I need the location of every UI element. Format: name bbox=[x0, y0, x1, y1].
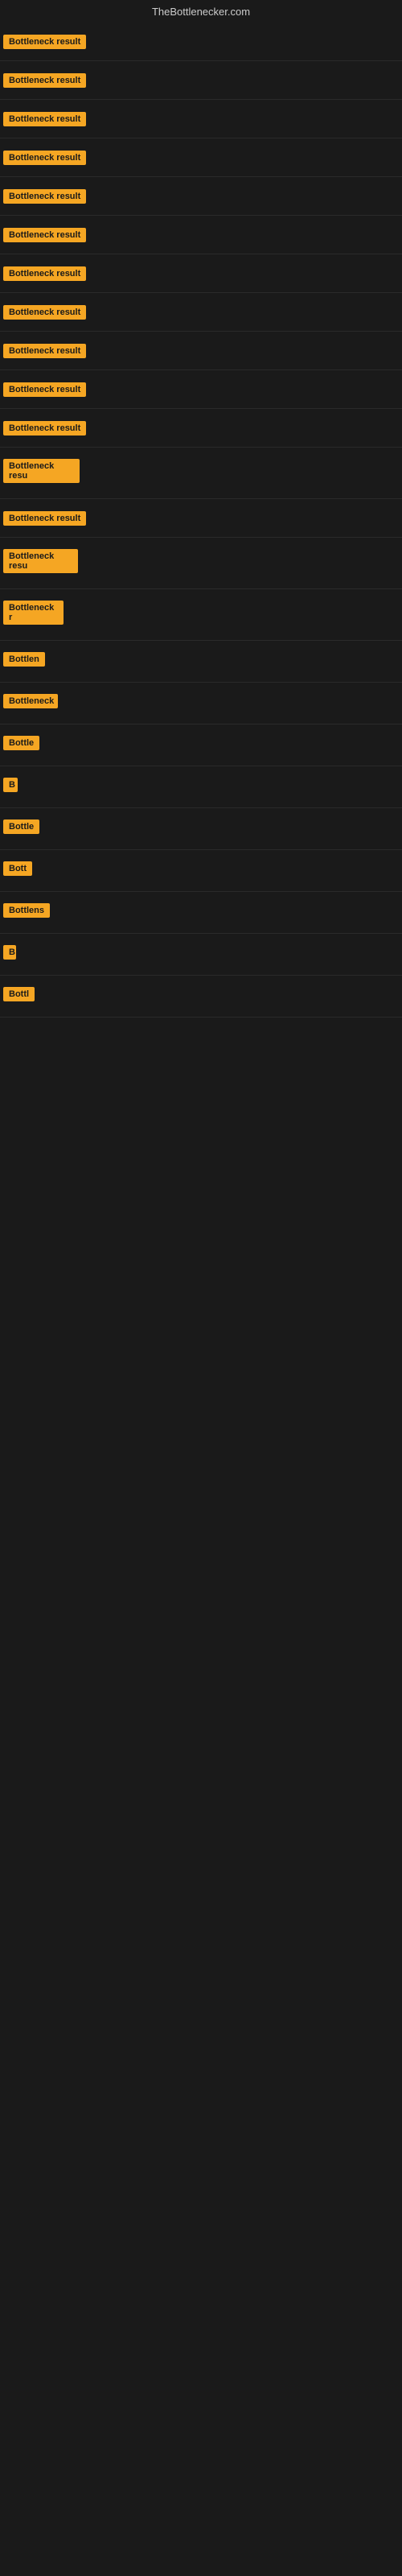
bottleneck-badge-17[interactable]: Bottleneck bbox=[3, 694, 58, 708]
bottleneck-badge-4[interactable]: Bottleneck result bbox=[3, 151, 86, 165]
bottleneck-badge-2[interactable]: Bottleneck result bbox=[3, 73, 86, 88]
bottleneck-badge-13[interactable]: Bottleneck result bbox=[3, 511, 86, 526]
page-wrapper: TheBottlenecker.com Bottleneck result Bo… bbox=[0, 0, 402, 2576]
bottleneck-badge-14[interactable]: Bottleneck resu bbox=[3, 549, 78, 573]
bottleneck-badge-9[interactable]: Bottleneck result bbox=[3, 344, 86, 358]
result-row-2: Bottleneck result bbox=[0, 61, 402, 100]
result-row-8: Bottleneck result bbox=[0, 293, 402, 332]
site-title: TheBottlenecker.com bbox=[152, 6, 250, 18]
result-row-16: Bottlen bbox=[0, 641, 402, 683]
bottleneck-badge-8[interactable]: Bottleneck result bbox=[3, 305, 86, 320]
bottleneck-badge-6[interactable]: Bottleneck result bbox=[3, 228, 86, 242]
bottleneck-badge-15[interactable]: Bottleneck r bbox=[3, 601, 64, 625]
result-row-6: Bottleneck result bbox=[0, 216, 402, 254]
result-row-18: Bottle bbox=[0, 724, 402, 766]
bottleneck-badge-12[interactable]: Bottleneck resu bbox=[3, 459, 80, 483]
results-list: Bottleneck result Bottleneck result Bott… bbox=[0, 23, 402, 1018]
bottleneck-badge-22[interactable]: Bottlens bbox=[3, 903, 50, 918]
bottleneck-badge-16[interactable]: Bottlen bbox=[3, 652, 45, 667]
bottleneck-badge-23[interactable]: B bbox=[3, 945, 16, 960]
result-row-14: Bottleneck resu bbox=[0, 538, 402, 589]
result-row-7: Bottleneck result bbox=[0, 254, 402, 293]
bottleneck-badge-7[interactable]: Bottleneck result bbox=[3, 266, 86, 281]
result-row-21: Bott bbox=[0, 850, 402, 892]
bottleneck-badge-1[interactable]: Bottleneck result bbox=[3, 35, 86, 49]
bottleneck-badge-24[interactable]: Bottl bbox=[3, 987, 35, 1001]
bottleneck-badge-3[interactable]: Bottleneck result bbox=[3, 112, 86, 126]
result-row-5: Bottleneck result bbox=[0, 177, 402, 216]
result-row-24: Bottl bbox=[0, 976, 402, 1018]
result-row-12: Bottleneck resu bbox=[0, 448, 402, 499]
result-row-20: Bottle bbox=[0, 808, 402, 850]
result-row-11: Bottleneck result bbox=[0, 409, 402, 448]
result-row-13: Bottleneck result bbox=[0, 499, 402, 538]
result-row-23: B bbox=[0, 934, 402, 976]
bottleneck-badge-5[interactable]: Bottleneck result bbox=[3, 189, 86, 204]
result-row-17: Bottleneck bbox=[0, 683, 402, 724]
result-row-3: Bottleneck result bbox=[0, 100, 402, 138]
bottleneck-badge-10[interactable]: Bottleneck result bbox=[3, 382, 86, 397]
bottleneck-badge-19[interactable]: B bbox=[3, 778, 18, 792]
result-row-19: B bbox=[0, 766, 402, 808]
result-row-1: Bottleneck result bbox=[0, 23, 402, 61]
result-row-10: Bottleneck result bbox=[0, 370, 402, 409]
result-row-9: Bottleneck result bbox=[0, 332, 402, 370]
bottleneck-badge-18[interactable]: Bottle bbox=[3, 736, 39, 750]
bottleneck-badge-20[interactable]: Bottle bbox=[3, 819, 39, 834]
bottleneck-badge-21[interactable]: Bott bbox=[3, 861, 32, 876]
result-row-22: Bottlens bbox=[0, 892, 402, 934]
result-row-4: Bottleneck result bbox=[0, 138, 402, 177]
result-row-15: Bottleneck r bbox=[0, 589, 402, 641]
bottleneck-badge-11[interactable]: Bottleneck result bbox=[3, 421, 86, 436]
site-header: TheBottlenecker.com bbox=[0, 0, 402, 23]
